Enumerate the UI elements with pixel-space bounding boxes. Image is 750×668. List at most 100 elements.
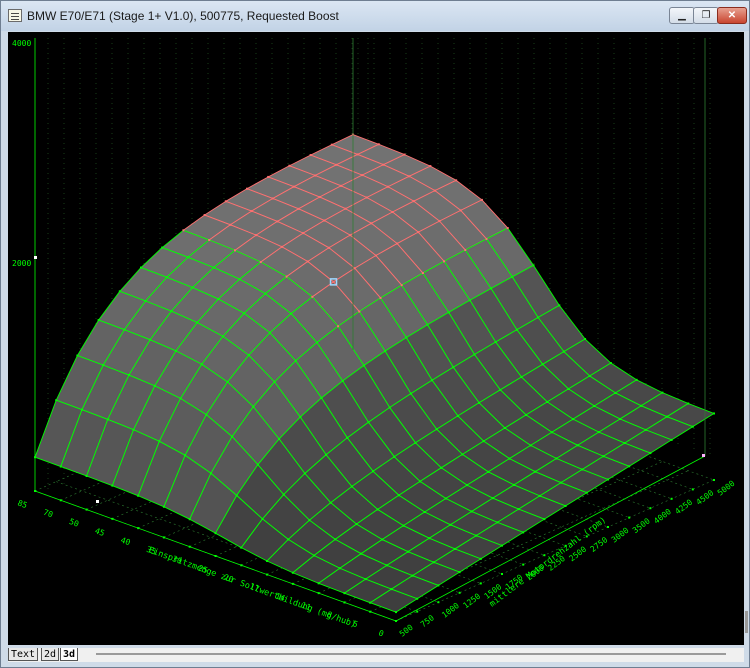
surface-vertex — [506, 227, 509, 230]
surface-vertex — [407, 550, 410, 553]
surface-vertex — [238, 278, 241, 281]
surface-vertex — [487, 470, 490, 473]
surface-vertex — [461, 453, 464, 456]
app-window: BMW E70/E71 (Stage 1+ V1.0), 500775, Req… — [0, 0, 750, 668]
surface-vertex — [191, 286, 194, 289]
surface-vertex — [562, 350, 565, 353]
surface-vertex — [315, 341, 318, 344]
x-tick-mark — [85, 508, 88, 511]
surface-vertex — [409, 392, 412, 395]
surface-vertex — [485, 237, 488, 240]
surface-vertex — [691, 425, 694, 428]
surface-vertex — [355, 523, 358, 526]
surface-vertex — [405, 336, 408, 339]
x-tick-mark — [111, 517, 114, 520]
y-tick-label: 4250 — [673, 498, 694, 517]
x-tick-mark — [34, 490, 36, 492]
surface-vertex — [541, 363, 544, 366]
surface-vertex — [264, 292, 267, 295]
surface-vertex — [584, 338, 587, 341]
x-tick-mark — [59, 499, 62, 502]
minimize-button[interactable]: ▁ — [669, 7, 695, 24]
y-tick-mark — [607, 526, 609, 528]
surface-vertex — [543, 518, 546, 521]
surface-vertex — [118, 290, 121, 293]
surface-vertex — [367, 421, 370, 424]
surface-vertex — [522, 531, 525, 534]
surface-vertex — [308, 519, 311, 522]
surface-vertex — [628, 465, 631, 468]
y-tick-label: 1000 — [440, 601, 461, 620]
x-tick-mark — [343, 601, 346, 604]
tab-2d[interactable]: 2d — [41, 648, 60, 661]
z-tick-label: 2000 — [12, 259, 31, 268]
surface-vertex — [188, 518, 191, 521]
surface-vertex — [97, 319, 100, 322]
x-tick-mark — [369, 610, 372, 613]
tab-3d[interactable]: 3d — [60, 648, 79, 661]
surface-vertex — [76, 354, 79, 357]
surface-vertex — [499, 388, 502, 391]
restore-button[interactable]: ❐ — [693, 7, 719, 24]
surface-vertex — [266, 559, 269, 562]
surface-vertex — [252, 405, 255, 408]
surface-vertex — [179, 397, 182, 400]
surface-vertex — [464, 249, 467, 252]
surface-vertex — [226, 380, 229, 383]
surface-vertex — [217, 298, 220, 301]
surface-vertex — [619, 417, 622, 420]
tab-text[interactable]: Text — [8, 648, 39, 661]
surface-vertex — [515, 328, 518, 331]
surface-vertex — [382, 163, 385, 166]
surface-vertex — [623, 442, 626, 445]
surface-vertex — [55, 399, 58, 402]
surface-plot[interactable]: 40002000857050454035302520171411850 50075… — [8, 32, 744, 645]
y-tick-mark — [416, 610, 419, 613]
plot-3d-viewport[interactable]: 4000 2000 85 70 50 45 40 35 30 25 20 17 14 11 8 5 0 500 75… — [8, 32, 744, 645]
surface-vertex — [391, 211, 394, 214]
surface-vertex — [343, 592, 346, 595]
y-tick-mark — [458, 591, 461, 594]
y-tick-mark — [670, 497, 673, 500]
surface-vertex — [132, 428, 135, 431]
surface-vertex — [350, 485, 353, 488]
y-tick-label: 4500 — [695, 488, 716, 507]
surface-vertex — [438, 220, 441, 223]
surface-vertex — [482, 440, 485, 443]
horizontal-scrollbar[interactable] — [96, 653, 726, 655]
y-tick-label: 5000 — [716, 479, 737, 498]
surface-vertex — [466, 484, 469, 487]
surface-vertex — [294, 359, 297, 362]
surface-vertex — [376, 508, 379, 511]
surface-vertex — [437, 584, 440, 587]
surface-vertex — [243, 312, 246, 315]
surface-vertex — [149, 338, 152, 341]
surface-vertex — [661, 391, 664, 394]
surface-vertex — [572, 418, 575, 421]
surface-vertex — [494, 341, 497, 344]
close-button[interactable]: ✕ — [717, 7, 747, 24]
surface-vertex — [501, 544, 503, 547]
surface-vertex — [290, 312, 293, 315]
surface-vertex — [349, 234, 352, 237]
title-bar[interactable]: BMW E70/E71 (Stage 1+ V1.0), 500775, Req… — [1, 1, 749, 31]
surface-vertex — [196, 321, 199, 324]
surface-vertex — [532, 264, 535, 267]
vertical-scrollbar[interactable] — [745, 611, 748, 633]
surface-vertex — [511, 275, 514, 278]
surface-vertex — [459, 209, 462, 212]
surface-vertex — [411, 574, 414, 577]
surface-vertex — [435, 428, 438, 431]
surface-vertex — [203, 214, 206, 217]
x-tick-mark — [137, 527, 140, 530]
surface-vertex — [224, 200, 227, 203]
surface-vertex — [670, 438, 673, 441]
surface-vertex — [111, 484, 114, 487]
x-tick-label: 85 — [16, 498, 28, 510]
surface-vertex — [362, 364, 365, 367]
y-tick-label: 2750 — [589, 535, 610, 554]
surface-vertex — [503, 426, 506, 429]
surface-vertex — [558, 304, 561, 307]
surface-vertex — [390, 588, 393, 591]
surface-vertex — [165, 276, 168, 279]
